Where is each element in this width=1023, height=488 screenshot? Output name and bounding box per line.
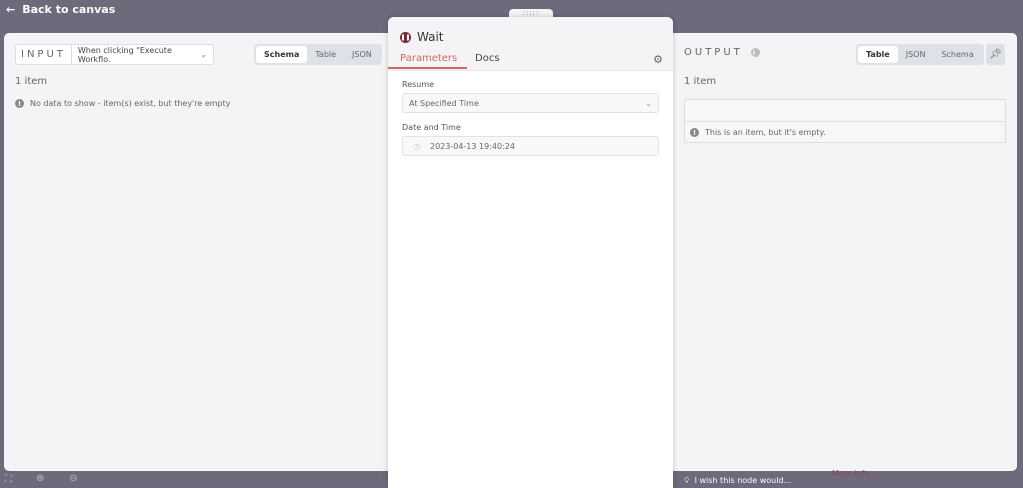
pause-icon: ❚❚ [400, 31, 411, 43]
zoom-in-icon[interactable]: ⊕ [36, 473, 44, 484]
tab-docs[interactable]: Docs [475, 53, 500, 67]
input-label: INPUT [16, 45, 72, 64]
tab-table[interactable]: Table [858, 46, 898, 63]
input-empty-message: ! No data to show - item(s) exist, but th… [15, 99, 231, 108]
input-panel: INPUT When clicking "Execute Workflo. ⌄ … [4, 33, 394, 471]
chevron-down-icon: ⌄ [200, 50, 207, 59]
tab-json[interactable]: JSON [344, 46, 380, 63]
output-table: ! This is an item, but it's empty. [684, 99, 1006, 143]
pin-icon[interactable]: 📌︎ [986, 44, 1005, 65]
input-source-select[interactable]: INPUT When clicking "Execute Workflo. ⌄ [15, 44, 214, 65]
info-icon: ! [15, 99, 24, 108]
tab-schema[interactable]: Schema [256, 46, 308, 63]
resume-label: Resume [402, 80, 435, 89]
output-view-tabs: Table JSON Schema [856, 44, 984, 65]
more-info-link[interactable]: More info [832, 469, 869, 478]
datetime-input[interactable]: ◷ 2023-04-13 19:40:24 [402, 136, 659, 156]
fit-view-icon[interactable]: ⛶ [5, 474, 12, 485]
info-icon: ! [690, 128, 699, 137]
input-view-tabs: Schema Table JSON [254, 44, 382, 65]
gear-icon[interactable]: ⚙ [653, 53, 663, 66]
output-empty-message: ! This is an item, but it's empty. [685, 121, 1005, 143]
tab-parameters[interactable]: Parameters [388, 53, 468, 69]
resume-select[interactable]: At Specified Time ⌄ [402, 93, 659, 113]
datetime-label: Date and Time [402, 123, 461, 132]
input-item-count: 1 item [15, 76, 48, 87]
arrow-left-icon: ← [6, 3, 16, 16]
clock-icon: ◷ [413, 141, 420, 151]
chevron-down-icon: ⌄ [645, 98, 652, 108]
input-source-value: When clicking "Execute Workflo. [77, 45, 172, 64]
info-icon[interactable]: i [750, 48, 760, 57]
tab-json[interactable]: JSON [898, 46, 934, 63]
output-item-count: 1 item [684, 76, 717, 87]
tab-table[interactable]: Table [307, 46, 344, 63]
feedback-link[interactable]: 💡︎ I wish this node would... [684, 476, 791, 486]
node-title: ❚❚ Wait [400, 30, 444, 44]
lightbulb-icon: 💡︎ [684, 476, 690, 485]
node-panel: ❚❚ Wait Parameters Docs ⚙ Resume At Speci… [388, 17, 673, 488]
output-panel: OUTPUT i Table JSON Schema 📌︎ 1 item ! Thi… [668, 33, 1017, 471]
output-title: OUTPUT i [684, 47, 760, 58]
zoom-out-icon[interactable]: ⊖ [69, 473, 77, 484]
back-to-canvas-button[interactable]: ← Back to canvas [6, 3, 115, 16]
tab-schema[interactable]: Schema [933, 46, 981, 63]
